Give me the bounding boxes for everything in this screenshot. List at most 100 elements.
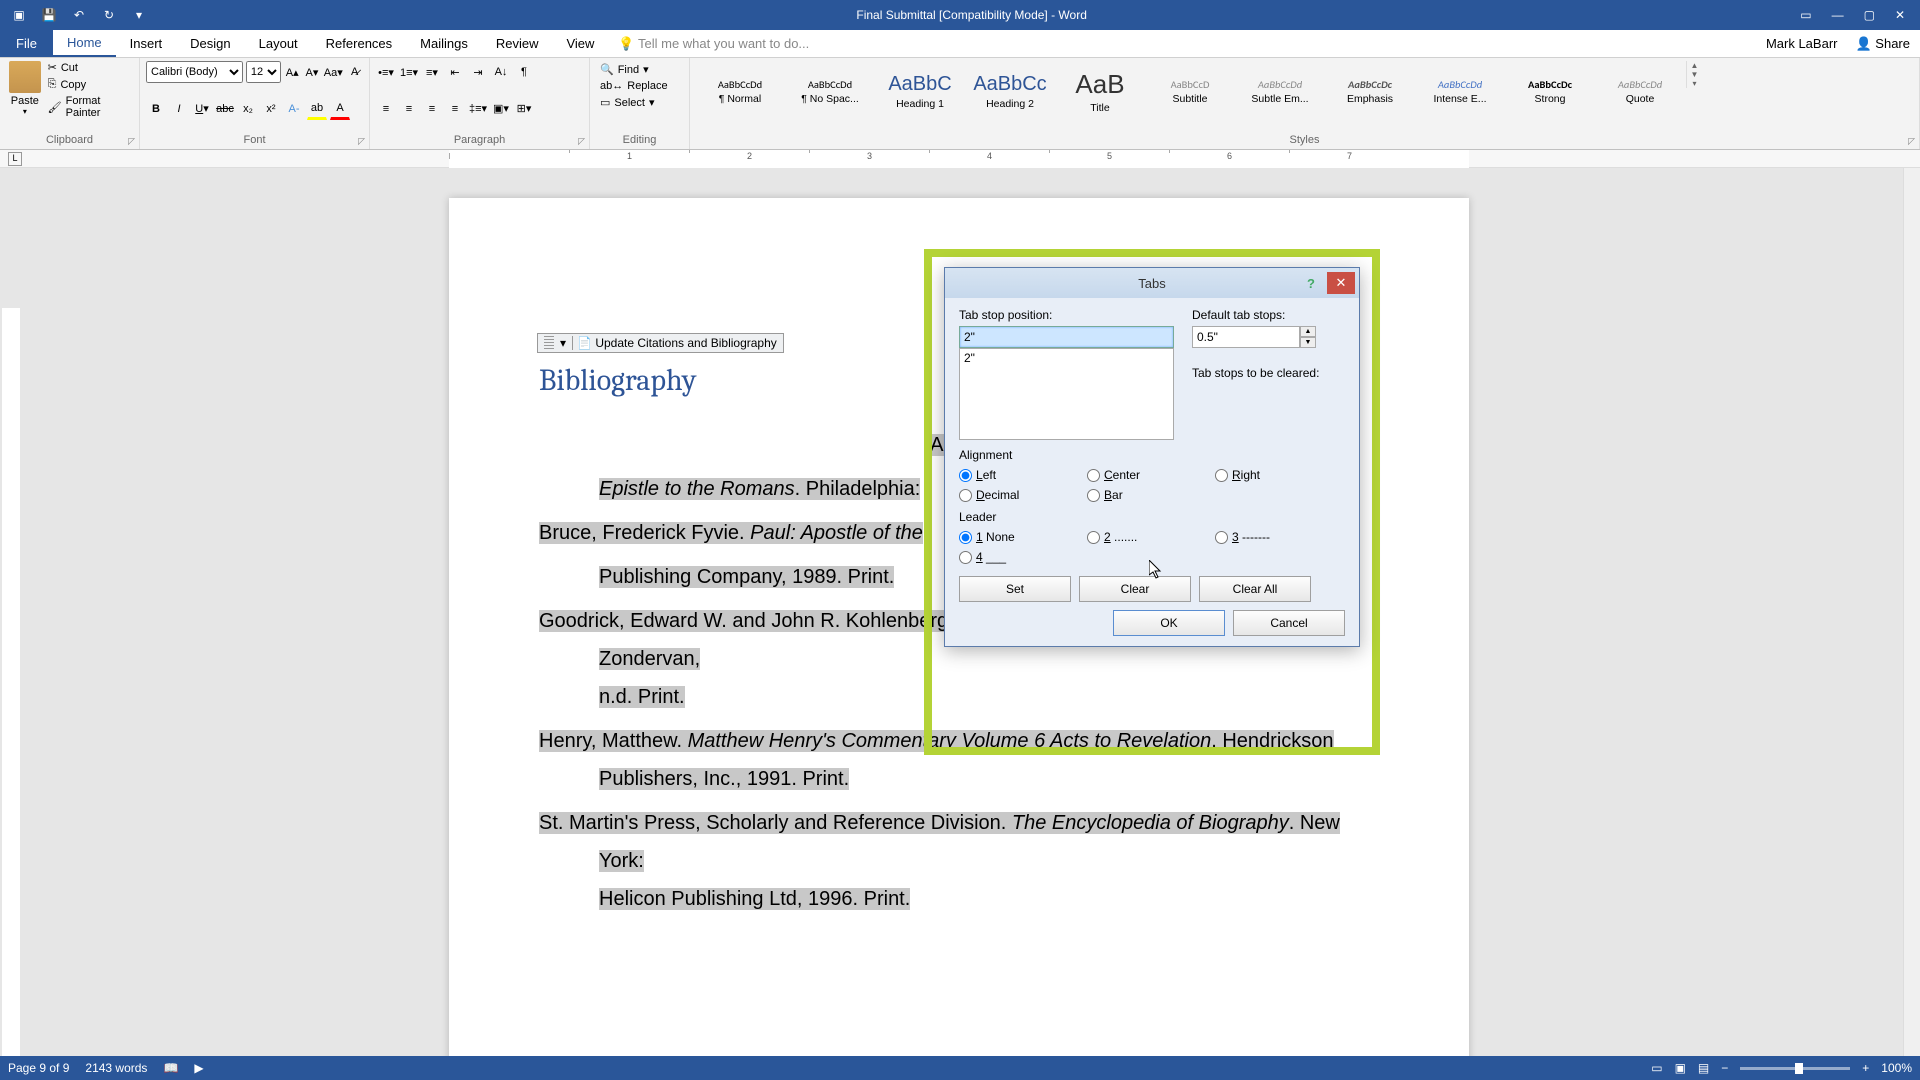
page-status[interactable]: Page 9 of 9 <box>8 1061 69 1075</box>
save-icon[interactable]: 💾 <box>40 8 58 22</box>
cancel-button[interactable]: Cancel <box>1233 610 1345 636</box>
text-effects-icon[interactable]: A- <box>284 98 304 120</box>
cut-button[interactable]: ✂ Cut <box>48 61 133 74</box>
zoom-slider[interactable] <box>1740 1067 1850 1070</box>
sort-icon[interactable]: A↓ <box>491 61 511 83</box>
subscript-icon[interactable]: x₂ <box>238 98 258 120</box>
styles-more[interactable]: ▲▼▾ <box>1686 61 1702 88</box>
tabstop-input[interactable] <box>959 326 1174 348</box>
undo-icon[interactable]: ↶ <box>70 8 88 22</box>
help-icon[interactable]: ? <box>1297 272 1325 294</box>
tell-me-search[interactable]: 💡 Tell me what you want to do... <box>618 36 809 52</box>
format-painter-button[interactable]: 🖌 Format Painter <box>48 95 133 119</box>
dialog-close-icon[interactable]: ✕ <box>1327 272 1355 294</box>
vertical-scrollbar[interactable] <box>1903 168 1920 1056</box>
dec-indent-icon[interactable]: ⇤ <box>445 61 465 83</box>
leader-under-radio[interactable]: 4 ___ <box>959 550 1087 564</box>
clear-button[interactable]: Clear <box>1079 576 1191 602</box>
underline-icon[interactable]: U▾ <box>192 98 212 120</box>
font-family-select[interactable]: Calibri (Body) <box>146 61 243 83</box>
copy-button[interactable]: ⎘ Copy <box>48 78 133 91</box>
style-emphasis[interactable]: AaBbCcDcEmphasis <box>1326 61 1414 121</box>
italic-icon[interactable]: I <box>169 98 189 120</box>
leader-dots-radio[interactable]: 2 ....... <box>1087 530 1215 544</box>
ribbon-opts-icon[interactable]: ▭ <box>1800 8 1811 22</box>
justify-icon[interactable]: ≡ <box>445 98 465 120</box>
qat-more-icon[interactable]: ▾ <box>130 8 148 22</box>
tab-layout[interactable]: Layout <box>245 30 312 57</box>
style-heading-1[interactable]: AaBbCHeading 1 <box>876 61 964 121</box>
style-title[interactable]: AaBTitle <box>1056 61 1144 121</box>
user-name[interactable]: Mark LaBarr <box>1766 36 1838 51</box>
print-layout-icon[interactable]: ▣ <box>1675 1061 1686 1075</box>
align-left-radio[interactable]: Left <box>959 468 1087 482</box>
zoom-in-icon[interactable]: + <box>1862 1061 1869 1075</box>
clear-all-button[interactable]: Clear All <box>1199 576 1311 602</box>
bold-icon[interactable]: B <box>146 98 166 120</box>
style-subtle-em---[interactable]: AaBbCcDdSubtle Em... <box>1236 61 1324 121</box>
ok-button[interactable]: OK <box>1113 610 1225 636</box>
align-right-icon[interactable]: ≡ <box>422 98 442 120</box>
shrink-font-icon[interactable]: A▾ <box>304 61 321 83</box>
spellcheck-icon[interactable]: 📖 <box>163 1061 178 1075</box>
leader-none-radio[interactable]: 1 None <box>959 530 1087 544</box>
strike-icon[interactable]: abc <box>215 98 235 120</box>
style---normal[interactable]: AaBbCcDd¶ Normal <box>696 61 784 121</box>
spin-down-icon[interactable]: ▼ <box>1300 337 1316 348</box>
grip-icon[interactable] <box>544 336 554 350</box>
style-quote[interactable]: AaBbCcDdQuote <box>1596 61 1684 121</box>
vertical-ruler[interactable] <box>2 308 20 1056</box>
clipboard-launcher-icon[interactable]: ◸ <box>128 136 135 147</box>
tab-selector[interactable]: L <box>8 152 22 166</box>
web-layout-icon[interactable]: ▤ <box>1698 1061 1709 1075</box>
style-subtitle[interactable]: AaBbCcDSubtitle <box>1146 61 1234 121</box>
zoom-level[interactable]: 100% <box>1881 1061 1912 1075</box>
shading-icon[interactable]: ▣▾ <box>491 98 511 120</box>
minimize-icon[interactable]: — <box>1832 8 1844 22</box>
align-left-icon[interactable]: ≡ <box>376 98 396 120</box>
tab-references[interactable]: References <box>312 30 406 57</box>
tab-design[interactable]: Design <box>176 30 244 57</box>
horizontal-ruler[interactable]: 1234567 <box>449 150 1469 168</box>
tab-view[interactable]: View <box>552 30 608 57</box>
paste-button[interactable]: Paste▾ <box>6 61 44 119</box>
grow-font-icon[interactable]: A▴ <box>284 61 301 83</box>
redo-icon[interactable]: ↻ <box>100 8 118 22</box>
style-heading-2[interactable]: AaBbCcHeading 2 <box>966 61 1054 121</box>
tab-review[interactable]: Review <box>482 30 553 57</box>
show-marks-icon[interactable]: ¶ <box>514 61 534 83</box>
maximize-icon[interactable]: ▢ <box>1864 8 1875 22</box>
paragraph-launcher-icon[interactable]: ◸ <box>578 136 585 147</box>
bullets-icon[interactable]: •≡▾ <box>376 61 396 83</box>
clear-format-icon[interactable]: A̷ <box>346 61 363 83</box>
spin-up-icon[interactable]: ▲ <box>1300 326 1316 337</box>
font-size-select[interactable]: 12 <box>246 61 281 83</box>
inc-indent-icon[interactable]: ⇥ <box>468 61 488 83</box>
find-button[interactable]: 🔍 Find ▾ <box>596 61 683 78</box>
zoom-out-icon[interactable]: − <box>1721 1061 1728 1075</box>
word-count[interactable]: 2143 words <box>85 1061 147 1075</box>
font-launcher-icon[interactable]: ◸ <box>358 136 365 147</box>
macro-icon[interactable]: ▶ <box>194 1061 203 1075</box>
align-center-radio[interactable]: Center <box>1087 468 1215 482</box>
share-button[interactable]: 👤 Share <box>1855 36 1910 52</box>
close-icon[interactable]: ✕ <box>1895 8 1905 22</box>
style-strong[interactable]: AaBbCcDcStrong <box>1506 61 1594 121</box>
tab-file[interactable]: File <box>0 30 53 57</box>
change-case-icon[interactable]: Aa▾ <box>323 61 343 83</box>
align-decimal-radio[interactable]: Decimal <box>959 488 1087 502</box>
set-button[interactable]: Set <box>959 576 1071 602</box>
style-intense-e---[interactable]: AaBbCcDdIntense E... <box>1416 61 1504 121</box>
numbering-icon[interactable]: 1≡▾ <box>399 61 419 83</box>
highlight-icon[interactable]: ab <box>307 98 327 120</box>
tab-home[interactable]: Home <box>53 30 116 57</box>
replace-button[interactable]: ab↔ Replace <box>596 78 683 94</box>
borders-icon[interactable]: ⊞▾ <box>514 98 534 120</box>
align-right-radio[interactable]: Right <box>1215 468 1343 482</box>
superscript-icon[interactable]: x² <box>261 98 281 120</box>
default-tabstop-input[interactable] <box>1192 326 1300 348</box>
select-button[interactable]: ▭ Select ▾ <box>596 94 683 111</box>
tabstop-list[interactable]: 2" <box>959 348 1174 440</box>
read-mode-icon[interactable]: ▭ <box>1651 1061 1662 1075</box>
align-center-icon[interactable]: ≡ <box>399 98 419 120</box>
